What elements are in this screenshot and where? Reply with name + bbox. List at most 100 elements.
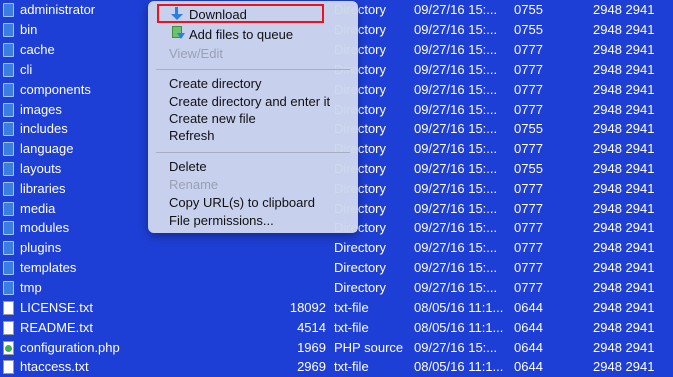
folder-icon (3, 23, 14, 37)
folder-icon (3, 221, 14, 235)
menu-separator (156, 152, 350, 153)
file-date: 08/05/16 11:1... (414, 300, 504, 315)
folder-icon (3, 261, 14, 275)
file-permissions: 0777 (514, 42, 543, 57)
file-permissions: 0777 (514, 201, 543, 216)
folder-icon (3, 43, 14, 57)
file-owner: 2948 2941 (593, 102, 655, 117)
file-permissions: 0777 (514, 102, 543, 117)
file-permissions: 0777 (514, 82, 543, 97)
file-type: txt-file (334, 300, 369, 315)
file-date: 08/05/16 11:1... (414, 359, 504, 374)
file-date: 08/05/16 11:1... (414, 320, 504, 335)
file-date: 09/27/16 15:... (414, 2, 498, 17)
file-date: 09/27/16 15:... (414, 260, 498, 275)
file-date: 09/27/16 15:... (414, 102, 498, 117)
file-owner: 2948 2941 (593, 300, 655, 315)
file-owner: 2948 2941 (593, 161, 655, 176)
file-date: 09/27/16 15:... (414, 201, 498, 216)
file-permissions: 0777 (514, 181, 543, 196)
menu-item-add-to-queue[interactable]: Add files to queue (189, 26, 293, 43)
file-row[interactable]: LICENSE.txt 18092 txt-file 08/05/16 11:1… (0, 298, 673, 318)
folder-icon (3, 162, 14, 176)
file-date: 09/27/16 15:... (414, 240, 498, 255)
file-size: 18092 (289, 300, 326, 315)
file-permissions: 0777 (514, 280, 543, 295)
file-date: 09/27/16 15:... (414, 42, 498, 57)
file-owner: 2948 2941 (593, 280, 655, 295)
file-row[interactable]: templates Directory 09/27/16 15:... 0777… (0, 258, 673, 278)
file-type: txt-file (334, 320, 369, 335)
file-date: 09/27/16 15:... (414, 161, 498, 176)
file-row[interactable]: htaccess.txt 2969 txt-file 08/05/16 11:1… (0, 357, 673, 377)
file-permissions: 0777 (514, 260, 543, 275)
menu-item-view-edit: View/Edit (169, 46, 223, 61)
file-name: configuration.php (20, 340, 120, 355)
file-row[interactable]: configuration.php 1969 PHP source 09/27/… (0, 338, 673, 358)
file-permissions: 0755 (514, 22, 543, 37)
file-icon (3, 360, 14, 374)
menu-item-file-permissions[interactable]: File permissions... (169, 212, 274, 229)
file-icon (3, 321, 14, 335)
file-owner: 2948 2941 (593, 42, 655, 57)
file-owner: 2948 2941 (593, 82, 655, 97)
menu-item-create-new-file[interactable]: Create new file (169, 110, 256, 127)
file-owner: 2948 2941 (593, 220, 655, 235)
file-name: plugins (20, 240, 62, 255)
file-type: Directory (334, 260, 387, 275)
file-permissions: 0777 (514, 141, 543, 156)
file-date: 09/27/16 15:... (414, 340, 498, 355)
file-date: 09/27/16 15:... (414, 22, 498, 37)
file-name: htaccess.txt (20, 359, 89, 374)
folder-icon (3, 83, 14, 97)
folder-icon (3, 202, 14, 216)
folder-icon (3, 3, 14, 17)
file-owner: 2948 2941 (593, 2, 655, 17)
file-name: tmp (20, 280, 42, 295)
file-size: 2969 (297, 359, 326, 374)
php-file-icon (3, 341, 14, 355)
file-owner: 2948 2941 (593, 22, 655, 37)
file-type: txt-file (334, 359, 369, 374)
menu-item-delete[interactable]: Delete (169, 158, 207, 175)
file-owner: 2948 2941 (593, 121, 655, 136)
file-permissions: 0644 (514, 300, 543, 315)
file-type: PHP source (334, 340, 404, 355)
menu-item-create-directory-enter[interactable]: Create directory and enter it (169, 93, 330, 110)
folder-icon (3, 142, 14, 156)
file-size: 4514 (297, 320, 326, 335)
file-date: 09/27/16 15:... (414, 82, 498, 97)
file-permissions: 0644 (514, 340, 543, 355)
file-owner: 2948 2941 (593, 201, 655, 216)
file-row[interactable]: plugins Directory 09/27/16 15:... 0777 2… (0, 238, 673, 258)
file-row[interactable]: tmp Directory 09/27/16 15:... 0777 2948 … (0, 278, 673, 298)
folder-icon (3, 281, 14, 295)
file-permissions: 0755 (514, 161, 543, 176)
download-highlight-box (157, 4, 324, 23)
file-icon (3, 301, 14, 315)
folder-icon (3, 103, 14, 117)
file-size: 1969 (297, 340, 326, 355)
file-permissions: 0777 (514, 62, 543, 77)
file-permissions: 0777 (514, 220, 543, 235)
context-menu[interactable]: Download Add files to queue View/Edit Cr… (148, 1, 358, 233)
menu-item-refresh[interactable]: Refresh (169, 127, 215, 144)
menu-item-rename: Rename (169, 177, 219, 192)
file-date: 09/27/16 15:... (414, 121, 498, 136)
file-name: README.txt (20, 320, 93, 335)
file-date: 09/27/16 15:... (414, 141, 498, 156)
file-owner: 2948 2941 (593, 181, 655, 196)
folder-icon (3, 63, 14, 77)
menu-separator (156, 69, 350, 70)
menu-item-create-directory[interactable]: Create directory (169, 75, 261, 92)
file-permissions: 0755 (514, 121, 543, 136)
file-owner: 2948 2941 (593, 340, 655, 355)
menu-item-copy-url[interactable]: Copy URL(s) to clipboard (169, 194, 315, 211)
file-type: Directory (334, 240, 387, 255)
file-owner: 2948 2941 (593, 260, 655, 275)
folder-icon (3, 182, 14, 196)
file-owner: 2948 2941 (593, 320, 655, 335)
file-row[interactable]: README.txt 4514 txt-file 08/05/16 11:1..… (0, 318, 673, 338)
file-owner: 2948 2941 (593, 62, 655, 77)
file-date: 09/27/16 15:... (414, 220, 498, 235)
